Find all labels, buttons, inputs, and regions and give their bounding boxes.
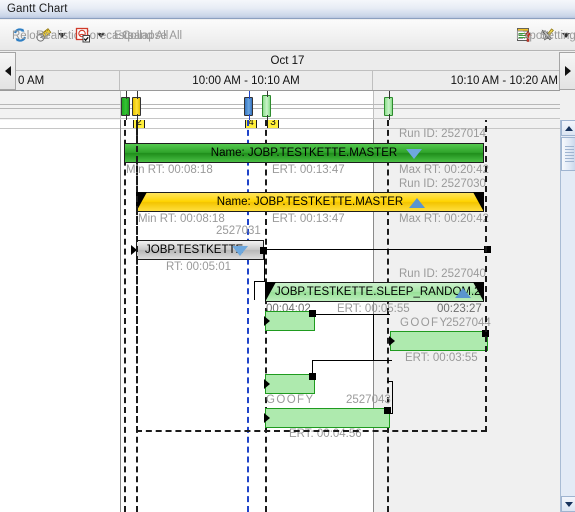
- milestone-rail: [0, 104, 560, 105]
- milestone-green-3[interactable]: [262, 91, 271, 120]
- timeline-slot: 10:00 AM - 10:10 AM: [120, 71, 373, 90]
- gantt-chart-window: Gantt Chart Reload Realistic Forecasts E…: [0, 0, 575, 512]
- milestone-blue-4[interactable]: [244, 91, 253, 120]
- timeline-slot: 10:10 AM - 10:20 AM: [373, 71, 559, 90]
- milestone-stem: [267, 91, 268, 97]
- scroll-thumb-grip-icon: [565, 146, 574, 163]
- window-titlebar: Gantt Chart: [0, 0, 575, 19]
- arrow-up-icon: [564, 125, 573, 131]
- milestone-stem: [249, 91, 250, 99]
- milestone-stem: [389, 91, 390, 99]
- gantt-chart-canvas: 2 4 3 Run ID: 2527014 Name: JOBP.TESTKET…: [0, 120, 560, 512]
- reload-button[interactable]: Reload: [8, 23, 48, 47]
- critical-path-icon: [75, 27, 91, 43]
- milestone-green-1[interactable]: [121, 91, 130, 120]
- milestone-stem: [137, 91, 138, 99]
- timeline-slot-label: 0 AM: [18, 74, 45, 87]
- guideline-slot-boundary: [120, 120, 121, 512]
- timeline-slot: 0 AM: [16, 71, 120, 90]
- milestone-separator: [373, 91, 374, 120]
- milestone-strip: [0, 91, 560, 120]
- arrow-down-icon: [564, 501, 573, 507]
- scroll-right-arrow[interactable]: [559, 52, 575, 90]
- toolbar: Reload Realistic Forecasts Expand All Co…: [0, 20, 575, 51]
- task-group-bounding-box: [136, 120, 487, 432]
- window-title: Gantt Chart: [7, 3, 68, 15]
- milestone-yellow-2[interactable]: [132, 91, 141, 120]
- scroll-thumb[interactable]: [561, 137, 575, 171]
- arrow-right-icon: [564, 66, 571, 76]
- realistic-forecasts-button[interactable]: Realistic Forecasts: [32, 23, 133, 47]
- milestone-stem: [126, 91, 127, 99]
- timeline-slots: 0 AM 10:00 AM - 10:10 AM 10:10 AM - 10:2…: [16, 71, 559, 90]
- vertical-scrollbar[interactable]: [560, 120, 575, 512]
- guideline-dashed-1: [124, 120, 126, 512]
- timeline-day-label: Oct 17: [16, 52, 559, 71]
- settings-label: Settings: [540, 29, 575, 42]
- timeline-header: Oct 17 0 AM 10:00 AM - 10:10 AM 10:10 AM…: [0, 52, 575, 91]
- scroll-left-arrow[interactable]: [0, 52, 16, 90]
- settings-button[interactable]: Settings: [536, 23, 575, 47]
- milestone-rail: [0, 118, 560, 119]
- arrow-left-icon: [4, 66, 11, 76]
- timeline-slot-label: 10:00 AM - 10:10 AM: [192, 74, 300, 87]
- milestone-rail: [0, 108, 560, 109]
- export-button[interactable]: Export: [512, 23, 549, 47]
- collapse-all-label: Collapse All: [122, 29, 183, 42]
- scroll-down-button[interactable]: [561, 496, 575, 512]
- scroll-up-button[interactable]: [561, 120, 575, 136]
- day-label-text: Oct 17: [270, 55, 305, 67]
- timeline-slot-label: 10:10 AM - 10:20 AM: [450, 74, 558, 87]
- milestone-green-5[interactable]: [384, 91, 393, 120]
